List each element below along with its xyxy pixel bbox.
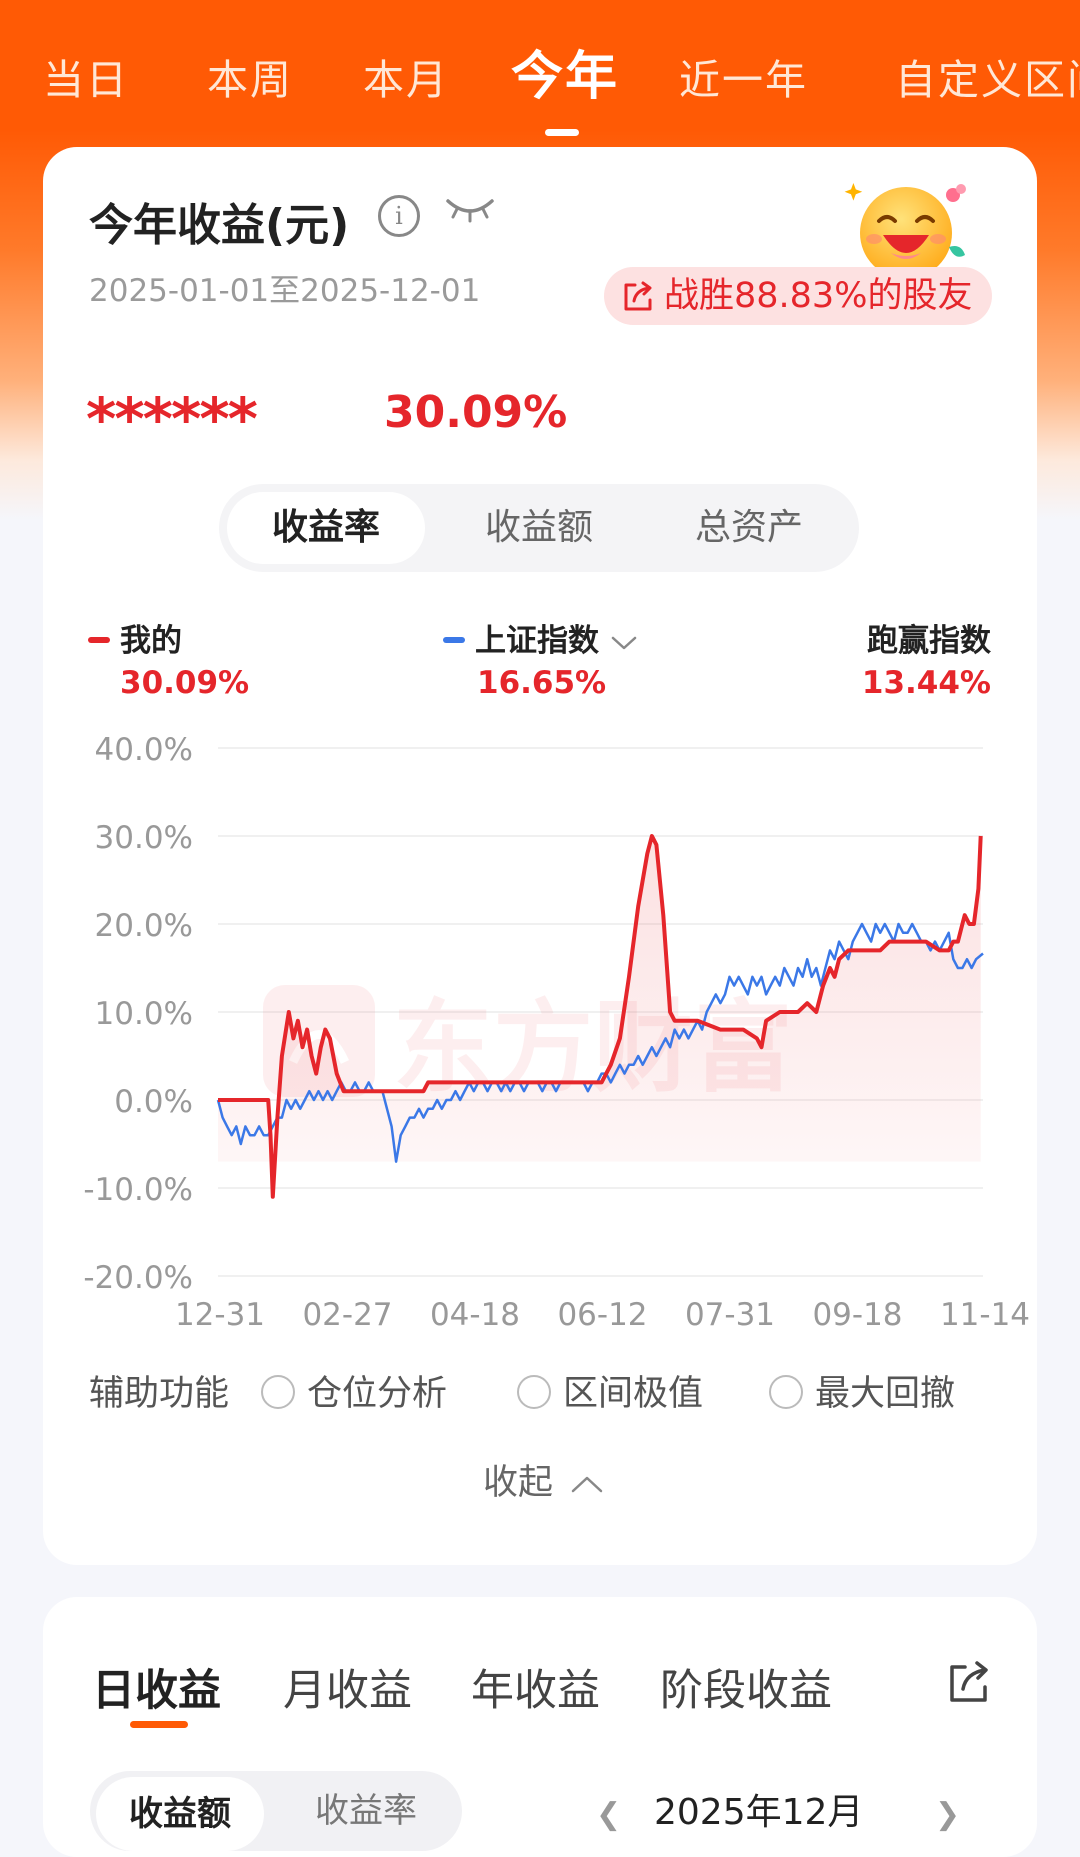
x-tick-label: 02-27 (302, 1297, 392, 1333)
tab-today[interactable]: 当日 (43, 46, 129, 106)
next-month-icon[interactable]: ❯ (935, 1797, 960, 1832)
year-return-card: 今年收益(元) i 2025-01-01至2025-12-01 战胜88.83%… (43, 147, 1037, 1565)
share-icon[interactable] (945, 1659, 993, 1707)
earnings-card: 日收益 月收益 年收益 阶段收益 收益额 收益率 ❮ 2025年12月 ❯ (43, 1597, 1037, 1857)
y-tick-label: 10.0% (95, 996, 193, 1032)
collapse-label: 收起 (483, 1463, 554, 1503)
assist-option-extremes[interactable]: 区间极值 (517, 1365, 703, 1416)
assist-label: 辅助功能 (89, 1374, 230, 1414)
y-tick-label: 30.0% (95, 820, 193, 856)
radio-icon[interactable] (261, 1375, 295, 1409)
x-tick-label: 04-18 (430, 1297, 520, 1333)
y-tick-label: -20.0% (83, 1260, 193, 1296)
assist-option-position[interactable]: 仓位分析 (261, 1365, 447, 1416)
active-tab-indicator (130, 1721, 188, 1728)
tab-this-year[interactable]: 今年 (511, 34, 619, 109)
tab-last-year[interactable]: 近一年 (679, 46, 808, 106)
radio-icon[interactable] (769, 1375, 803, 1409)
tab-this-week[interactable]: 本周 (207, 46, 293, 106)
y-tick-label: 20.0% (95, 908, 193, 944)
x-tick-label: 09-18 (812, 1297, 902, 1333)
return-chart: 东方财富 40.0%30.0%20.0%10.0%0.0%-10.0%-20.0… (83, 732, 1030, 1333)
sub-tab-amount[interactable]: 收益额 (96, 1777, 264, 1851)
tab-custom-range[interactable]: 自定义区间 (895, 46, 1080, 106)
assist-option-extremes-label: 区间极值 (563, 1374, 704, 1414)
chevron-up-icon (571, 1476, 603, 1493)
prev-month-icon[interactable]: ❮ (596, 1797, 621, 1832)
radio-icon[interactable] (517, 1375, 551, 1409)
y-tick-label: 0.0% (114, 1084, 193, 1120)
y-tick-label: -10.0% (83, 1172, 193, 1208)
tab-period-earnings[interactable]: 阶段收益 (660, 1656, 832, 1718)
x-tick-label: 12-31 (175, 1297, 265, 1333)
tab-yearly-earnings[interactable]: 年收益 (471, 1656, 600, 1718)
assist-option-drawdown[interactable]: 最大回撤 (769, 1365, 955, 1416)
collapse-button[interactable]: 收起 (483, 1454, 604, 1505)
period-tabs: 当日 本周 本月 今年 近一年 自定义区间 (0, 28, 1080, 136)
month-label[interactable]: 2025年12月 (654, 1783, 863, 1835)
earnings-sub-tabs: 收益额 收益率 (90, 1771, 462, 1851)
x-tick-label: 07-31 (685, 1297, 775, 1333)
x-tick-label: 11-14 (940, 1297, 1030, 1333)
assist-option-position-label: 仓位分析 (307, 1374, 448, 1414)
y-tick-label: 40.0% (95, 732, 193, 768)
sub-tab-rate[interactable]: 收益率 (276, 1771, 456, 1851)
tab-this-month[interactable]: 本月 (363, 46, 449, 106)
tab-daily-earnings[interactable]: 日收益 (92, 1656, 221, 1718)
tab-monthly-earnings[interactable]: 月收益 (283, 1656, 412, 1718)
active-tab-indicator (545, 129, 579, 136)
x-tick-label: 06-12 (557, 1297, 647, 1333)
assist-option-drawdown-label: 最大回撤 (815, 1374, 956, 1414)
